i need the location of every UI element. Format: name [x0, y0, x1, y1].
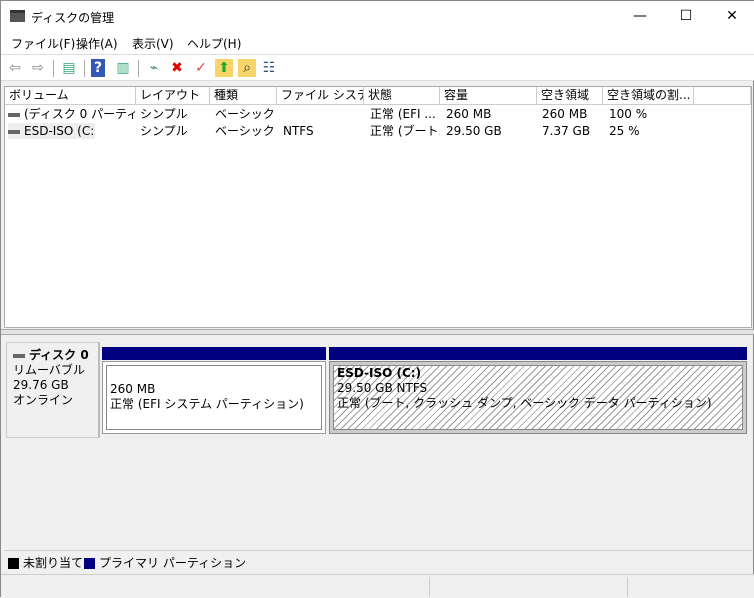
- action-pane-icon[interactable]: ▥: [114, 59, 132, 77]
- free-space-cell: 260 MB: [542, 107, 588, 121]
- disk-size: 29.76 GB: [13, 378, 69, 392]
- toolbar-separator: [84, 60, 85, 77]
- volume-cell: (ディスク 0 パーティシ...: [8, 106, 135, 122]
- toolbar-separator: [138, 60, 139, 77]
- efi-partition-bar: [102, 347, 326, 360]
- toolbar: ⇦ ⇨ ▤ ? ▥ ⌁ ✖ ✓ ⬆ ⌕ ☷: [1, 54, 754, 81]
- pane-splitter[interactable]: [1, 329, 754, 335]
- explore-icon[interactable]: ⌕: [238, 59, 256, 77]
- menu-bar: ファイル(F) 操作(A) 表示(V) ヘルプ(H): [1, 33, 754, 54]
- connect-disk-icon[interactable]: ⌁: [145, 59, 163, 77]
- percent-free-cell: 100 %: [609, 107, 648, 121]
- status-cell: 正常 (ブート...: [370, 124, 440, 138]
- table-row[interactable]: ESD-ISO (C:) シンプル ベーシック NTFS 正常 (ブート... …: [5, 123, 751, 139]
- column-header-filler: [694, 87, 751, 105]
- partition-status: 正常 (ブート, クラッシュ ダンプ, ベーシック データ パーティション): [337, 396, 712, 410]
- menu-view[interactable]: 表示(V): [132, 35, 174, 52]
- column-header-filesystem[interactable]: ファイル システム: [277, 87, 364, 105]
- type-cell: ベーシック: [215, 107, 275, 121]
- capacity-cell: 260 MB: [446, 107, 492, 121]
- partition-size: 260 MB: [110, 382, 156, 396]
- menu-help[interactable]: ヘルプ(H): [187, 35, 241, 52]
- help-icon[interactable]: ?: [91, 59, 105, 77]
- toolbar-separator: [53, 60, 54, 77]
- column-header-type[interactable]: 種類: [210, 87, 277, 105]
- volume-icon: [8, 129, 20, 134]
- close-button[interactable]: ✕: [709, 1, 754, 31]
- layout-cell: シンプル: [140, 124, 188, 138]
- list-view-icon[interactable]: ☷: [260, 59, 278, 77]
- efi-partition[interactable]: 260 MB 正常 (EFI システム パーティション): [102, 361, 326, 434]
- open-folder-icon[interactable]: ⬆: [215, 59, 233, 77]
- c-partition[interactable]: ESD-ISO (C:) 29.50 GB NTFS 正常 (ブート, クラッシ…: [329, 361, 747, 434]
- column-header-layout[interactable]: レイアウト: [136, 87, 210, 105]
- disk-icon: [13, 353, 25, 358]
- status-divider: [429, 577, 430, 597]
- disk-status: オンライン: [13, 393, 74, 407]
- show-hide-console-tree-icon[interactable]: ▤: [60, 59, 78, 77]
- partition-status: 正常 (EFI システム パーティション): [110, 397, 304, 411]
- volume-cell: ESD-ISO (C:): [8, 123, 95, 139]
- column-header-capacity[interactable]: 容量: [440, 87, 537, 105]
- partition-title: ESD-ISO (C:): [337, 366, 422, 380]
- column-header-status[interactable]: 状態: [364, 87, 440, 105]
- delete-icon[interactable]: ✖: [168, 59, 186, 77]
- column-header-percent-free[interactable]: 空き領域の割...: [603, 87, 694, 105]
- layout-cell: シンプル: [140, 107, 188, 121]
- legend-item-unallocated: 未割り当て: [8, 554, 83, 571]
- status-bar: [1, 574, 754, 598]
- column-header-free-space[interactable]: 空き領域: [537, 87, 603, 105]
- legend-item-primary: プライマリ パーティション: [84, 554, 246, 571]
- properties-icon[interactable]: ✓: [192, 59, 210, 77]
- window-title: ディスクの管理: [31, 11, 115, 25]
- status-divider: [627, 577, 628, 597]
- table-row[interactable]: (ディスク 0 パーティシ... シンプル ベーシック 正常 (EFI ... …: [5, 106, 751, 122]
- capacity-cell: 29.50 GB: [446, 124, 502, 138]
- forward-icon[interactable]: ⇨: [29, 59, 47, 77]
- free-space-cell: 7.37 GB: [542, 124, 591, 138]
- primary-swatch: [84, 558, 95, 569]
- type-cell: ベーシック: [215, 124, 275, 138]
- disk-graphical-view: ディスク 0 リムーバブル 29.76 GB オンライン 260 MB 正常 (…: [4, 336, 752, 549]
- disk-name: ディスク 0: [29, 348, 89, 362]
- disk-0-label[interactable]: ディスク 0 リムーバブル 29.76 GB オンライン: [6, 342, 100, 438]
- volume-list: ボリューム レイアウト 種類 ファイル システム 状態 容量 空き領域 空き領域…: [4, 86, 752, 328]
- partition-size: 29.50 GB NTFS: [337, 381, 428, 395]
- menu-action[interactable]: 操作(A): [76, 35, 118, 52]
- c-partition-bar: [329, 347, 747, 360]
- filesystem-cell: NTFS: [283, 124, 314, 138]
- percent-free-cell: 25 %: [609, 124, 640, 138]
- column-header-volume[interactable]: ボリューム: [5, 87, 136, 105]
- back-icon[interactable]: ⇦: [6, 59, 24, 77]
- status-cell: 正常 (EFI ...: [370, 107, 436, 121]
- title-bar: ディスクの管理 — ☐ ✕: [1, 1, 754, 33]
- minimize-button[interactable]: —: [617, 1, 663, 31]
- menu-file[interactable]: ファイル(F): [11, 35, 75, 52]
- legend: 未割り当て プライマリ パーティション: [4, 550, 752, 570]
- volume-icon: [8, 112, 20, 117]
- maximize-button[interactable]: ☐: [663, 1, 709, 31]
- disk-type: リムーバブル: [13, 363, 85, 377]
- unallocated-swatch: [8, 558, 19, 569]
- disk-management-app-icon: [10, 10, 25, 22]
